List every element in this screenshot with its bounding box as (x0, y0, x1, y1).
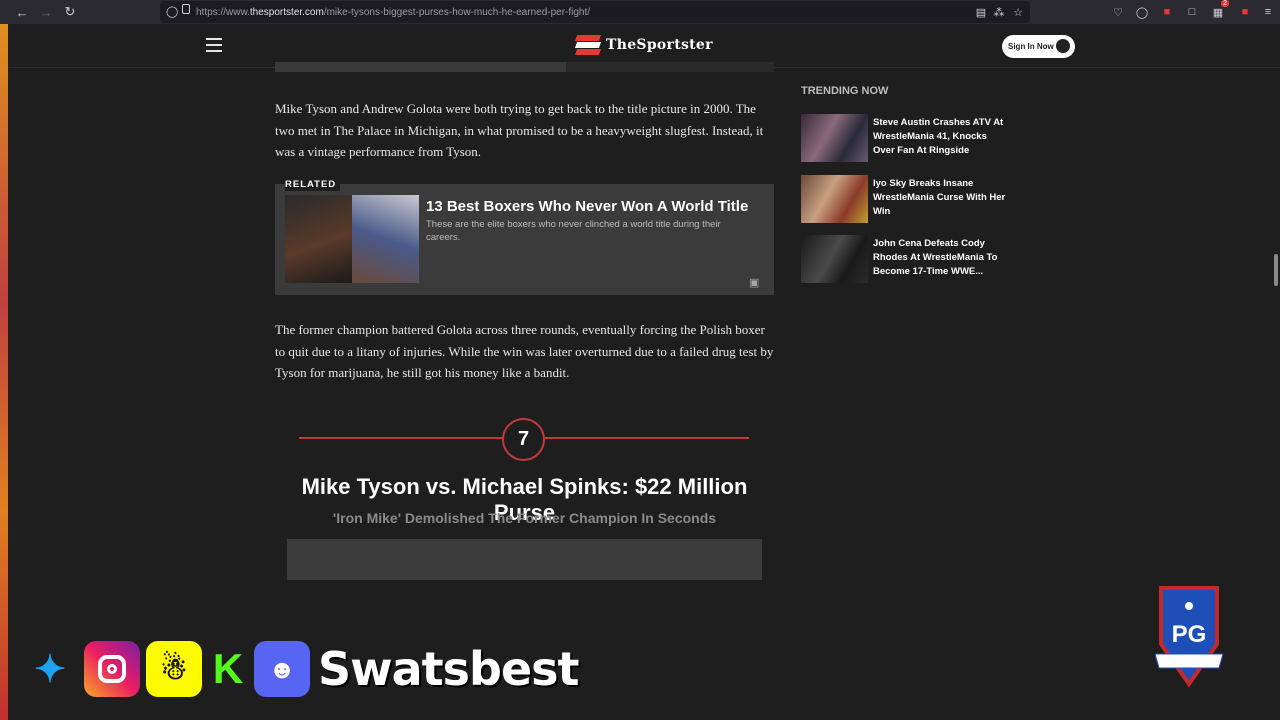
discord-icon: ☻ (254, 641, 310, 697)
streamer-handle: Swatsbest (318, 642, 580, 696)
streamer-overlay: ✦ ☃ K ☻ Swatsbest (22, 638, 580, 700)
related-thumbnail[interactable] (285, 195, 419, 283)
account-icon[interactable]: ◯ (1134, 4, 1150, 20)
related-card[interactable]: RELATED 13 Best Boxers Who Never Won A W… (275, 179, 774, 295)
comments-icon[interactable]: ▣ (749, 276, 763, 289)
trending-heading: TRENDING NOW (801, 85, 889, 97)
shield-icon: ◯ (166, 6, 179, 18)
trending-item[interactable]: Iyo Sky Breaks Insane WrestleMania Curse… (801, 175, 1011, 225)
sign-in-button[interactable]: Sign In Now (1002, 35, 1075, 58)
boxer-photo-right (352, 195, 419, 283)
section-subtitle: 'Iron Mike' Demolished The Former Champi… (332, 510, 717, 526)
section-divider-right (545, 437, 749, 439)
hamburger-menu-icon[interactable] (206, 38, 222, 52)
trending-title[interactable]: Iyo Sky Breaks Insane WrestleMania Curse… (873, 177, 1008, 219)
section-number: 7 (502, 418, 545, 461)
stream-frame-edge (0, 24, 8, 720)
trending-item[interactable]: Steve Austin Crashes ATV At WrestleMania… (801, 114, 1011, 164)
kick-icon: K (212, 645, 244, 692)
browser-toolbar: ← → ↻ ◯ https://www.thesportster.com/mik… (0, 0, 1280, 24)
translate-icon[interactable]: ⁂ (991, 4, 1007, 20)
notification-extension-icon[interactable]: ▦ 2 (1210, 0, 1229, 20)
trending-thumbnail[interactable] (801, 175, 868, 223)
article-paragraph-1: Mike Tyson and Andrew Golota were both t… (275, 101, 764, 159)
page-scrollbar[interactable] (1274, 254, 1278, 286)
reader-view-icon[interactable]: ▤ (973, 4, 989, 20)
site-name: TheSportster (606, 37, 713, 53)
badge-text: PG (1172, 621, 1207, 648)
trending-thumbnail[interactable] (801, 235, 868, 283)
extension-red-icon[interactable]: ■ (1159, 4, 1175, 20)
notification-badge: 2 (1221, 0, 1229, 7)
related-description: These are the elite boxers who never cli… (426, 219, 721, 243)
address-bar[interactable]: ◯ https://www.thesportster.com/mike-tyso… (160, 1, 1030, 23)
back-icon[interactable]: ← (10, 0, 34, 24)
article-paragraph-2: The former champion battered Golota acro… (275, 322, 774, 380)
menu-icon[interactable]: ≡ (1260, 4, 1276, 20)
trending-title[interactable]: John Cena Defeats Cody Rhodes At Wrestle… (873, 237, 1008, 279)
youtube-extension-icon[interactable]: ■ (1237, 4, 1253, 20)
pg-badge-logo: PG (1154, 584, 1224, 688)
section-divider-left (299, 437, 502, 439)
trending-thumbnail[interactable] (801, 114, 868, 162)
snapchat-icon: ☃ (146, 641, 202, 697)
sign-in-label: Sign In Now (1008, 42, 1054, 51)
related-title[interactable]: 13 Best Boxers Who Never Won A World Tit… (426, 198, 748, 215)
forward-icon[interactable]: → (34, 0, 58, 24)
previous-image-bottom (275, 62, 566, 72)
lock-icon (182, 4, 190, 14)
boxer-photo-left (285, 195, 352, 283)
pocket-icon[interactable]: ♡ (1110, 4, 1126, 20)
logo-mark-icon (574, 34, 602, 56)
site-logo[interactable]: TheSportster (574, 34, 713, 56)
trending-item[interactable]: John Cena Defeats Cody Rhodes At Wrestle… (801, 235, 1011, 285)
related-tag: RELATED (285, 179, 341, 191)
trending-title[interactable]: Steve Austin Crashes ATV At WrestleMania… (873, 116, 1008, 158)
twitter-icon: ✦ (34, 648, 66, 691)
user-avatar-icon (1056, 39, 1070, 53)
reload-icon[interactable]: ↻ (58, 0, 82, 24)
bookmark-star-icon[interactable]: ☆ (1010, 4, 1026, 20)
previous-image-bottom-right (566, 62, 774, 72)
extensions-icon[interactable]: □ (1184, 4, 1200, 20)
url-text: https://www.thesportster.com/mike-tysons… (196, 6, 591, 18)
instagram-icon (84, 641, 140, 697)
section-image-placeholder (287, 539, 762, 580)
